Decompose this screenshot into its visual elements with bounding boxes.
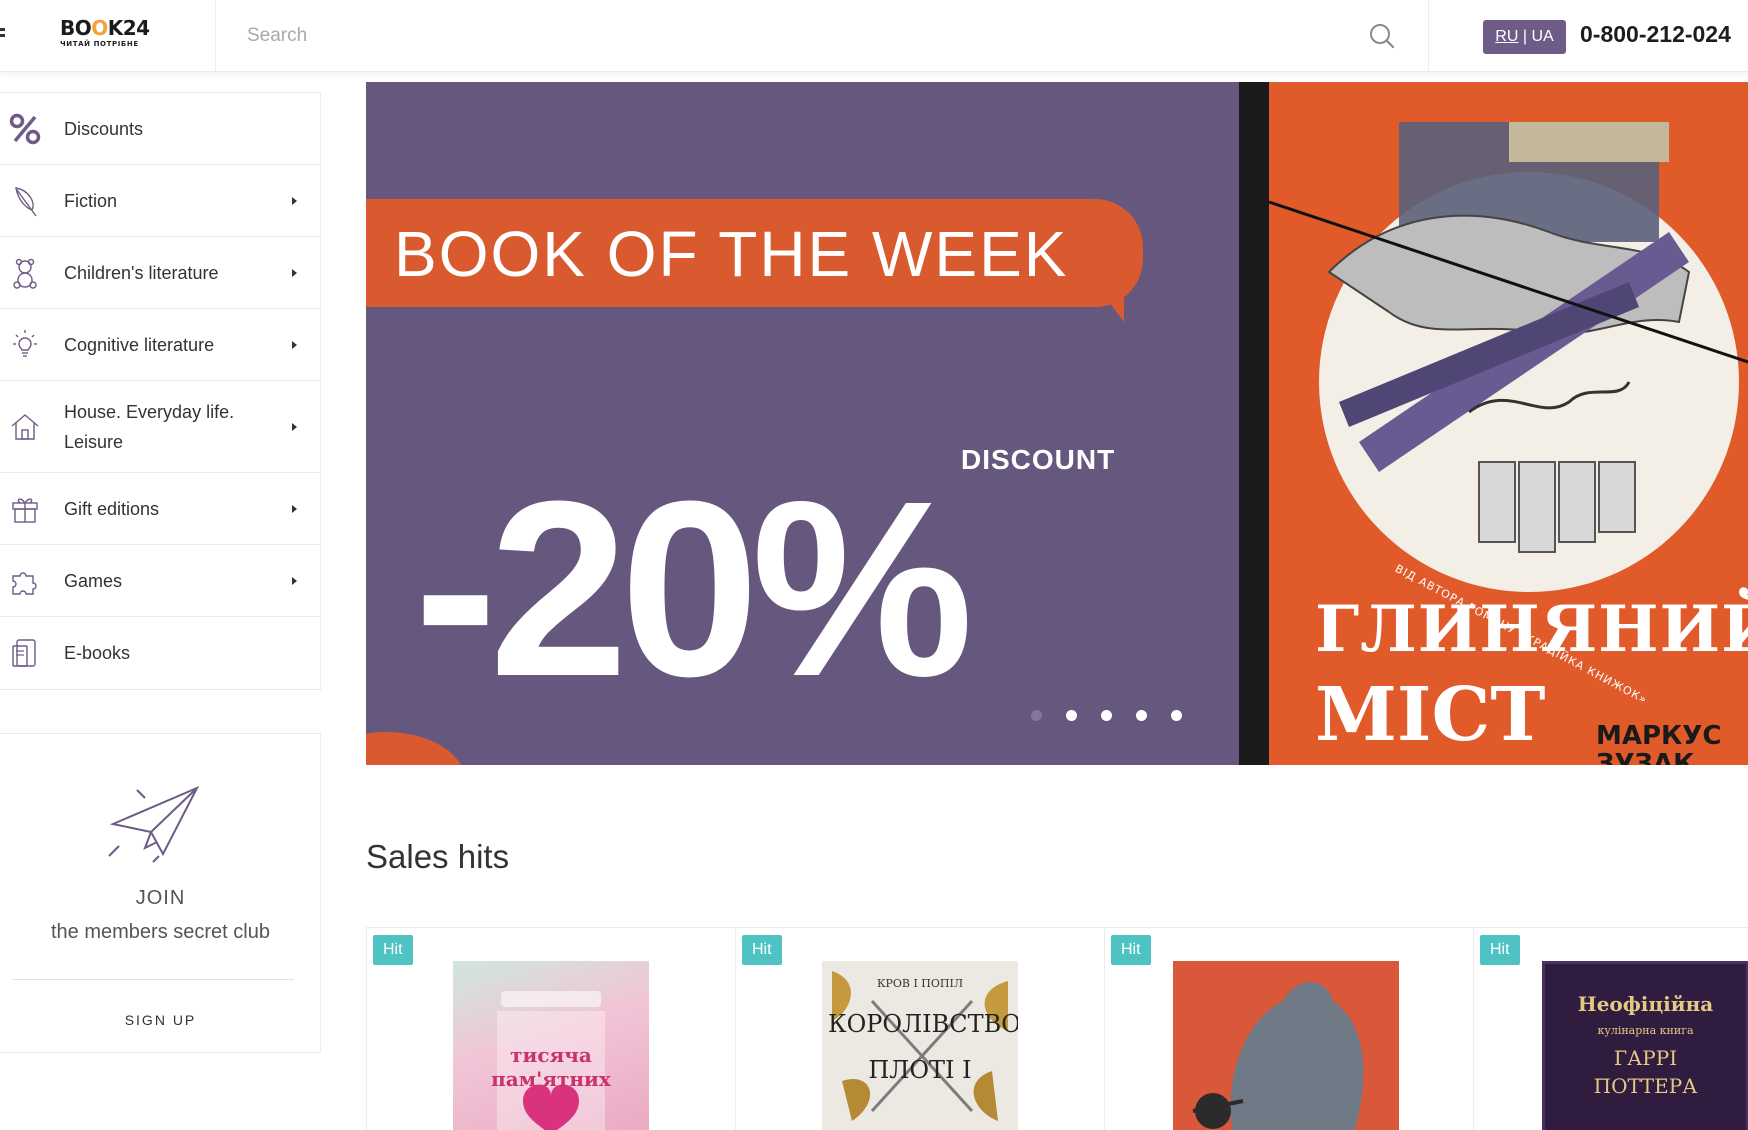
hit-badge: Hit xyxy=(373,935,413,965)
site-header: BOOK24 ЧИТАЙ ПОТРІБНЕ RU | UA 0-800-212-… xyxy=(0,0,1748,72)
chevron-right-icon xyxy=(292,340,297,349)
lang-separator: | xyxy=(1518,28,1532,45)
discount-label: DISCOUNT xyxy=(961,444,1116,475)
header-divider xyxy=(215,0,216,72)
carousel-dot[interactable] xyxy=(1136,710,1147,721)
book-cover-title: тисяча пам'ятних xyxy=(491,1043,611,1091)
logo-text: BO xyxy=(60,16,92,40)
book-cover[interactable]: тисяча пам'ятних xyxy=(453,961,649,1130)
sidebar-item-fiction[interactable]: Fiction xyxy=(0,165,320,237)
paper-plane-icon xyxy=(105,784,205,864)
house-icon xyxy=(8,410,42,444)
book-cover[interactable] xyxy=(1173,961,1399,1130)
product-card[interactable]: Hit КРОВ І ПОПІЛ КОРОЛІВСТВО ПЛОТІ І xyxy=(735,928,1104,1130)
search-icon[interactable] xyxy=(1366,20,1398,52)
carousel-dot[interactable] xyxy=(1031,710,1042,721)
logo-text-accent: O xyxy=(91,16,108,40)
language-switcher[interactable]: RU | UA xyxy=(1483,20,1566,54)
site-logo[interactable]: BOOK24 ЧИТАЙ ПОТРІБНЕ xyxy=(60,18,190,54)
members-club-card: JOIN the members secret club SIGN UP xyxy=(0,733,321,1053)
puzzle-icon xyxy=(8,564,42,598)
sidebar-item-label: Gift editions xyxy=(64,498,160,519)
club-description: the members secret club xyxy=(51,921,270,943)
product-card[interactable]: Hit Неофіційна кулінарна книга ГАРРІ ПОТ… xyxy=(1473,928,1748,1130)
sign-up-button[interactable]: SIGN UP xyxy=(0,1012,321,1028)
book-cover[interactable]: Неофіційна кулінарна книга ГАРРІ ПОТТЕРА xyxy=(1542,961,1748,1130)
chevron-right-icon xyxy=(292,196,297,205)
hit-badge: Hit xyxy=(1111,935,1151,965)
sidebar-item-childrens-literature[interactable]: Children's literature xyxy=(0,237,320,309)
chevron-right-icon xyxy=(292,576,297,585)
club-join-text: JOIN xyxy=(135,887,186,909)
cover-title-line1: ГЛИНЯНИЙ xyxy=(1315,592,1748,667)
lang-ru-link[interactable]: RU xyxy=(1495,28,1518,45)
sidebar-item-ebooks[interactable]: E-books xyxy=(0,617,320,689)
book-cover[interactable]: КРОВ І ПОПІЛ КОРОЛІВСТВО ПЛОТІ І xyxy=(822,961,1018,1130)
book-spine xyxy=(1239,82,1269,765)
search-input[interactable] xyxy=(247,22,1397,50)
cover-title-line2: МІСТ xyxy=(1315,672,1546,758)
speech-bubble-tail xyxy=(1094,282,1124,322)
featured-book-cover[interactable]: ВІД АВТОРА РОМАНУ «КРАДІЙКА КНИЖОК» ГЛИН… xyxy=(1269,82,1748,765)
category-menu: Discounts Fiction Children's literature … xyxy=(0,92,321,690)
sidebar-item-label: Fiction xyxy=(64,190,118,211)
promo-banner[interactable]: BOOK OF THE WEEK DISCOUNT -20% ВІД АВТОР… xyxy=(366,82,1748,765)
logo-text-end: K24 xyxy=(107,16,150,40)
hit-badge: Hit xyxy=(1480,935,1520,965)
silhouette-illustration xyxy=(1192,982,1364,1130)
cover-author: МАРКУС ЗУЗАК xyxy=(1596,721,1722,765)
carousel-dot[interactable] xyxy=(1171,710,1182,721)
decorative-shape xyxy=(366,732,466,765)
menu-icon[interactable] xyxy=(0,28,8,40)
book-cover-title: ГАРРІ ПОТТЕРА xyxy=(1593,1046,1698,1098)
sidebar-item-games[interactable]: Games xyxy=(0,545,320,617)
sidebar-item-label: Children's literature xyxy=(64,262,219,283)
banner-heading: BOOK OF THE WEEK xyxy=(394,218,1069,290)
product-card[interactable]: Hit тисяча пам'ятних xyxy=(366,928,735,1130)
chevron-right-icon xyxy=(292,422,297,431)
teddy-bear-icon xyxy=(8,256,42,290)
carousel-dot[interactable] xyxy=(1066,710,1077,721)
percent-icon xyxy=(8,112,42,146)
lang-ua-link[interactable]: UA xyxy=(1531,28,1553,45)
sidebar-item-label: E-books xyxy=(64,643,131,663)
sidebar-item-label: House. Everyday life. Leisure xyxy=(64,401,235,452)
chevron-right-icon xyxy=(292,268,297,277)
book-cover-series: КРОВ І ПОПІЛ xyxy=(876,977,964,990)
discount-value: -20% xyxy=(414,449,974,728)
sidebar-item-label: Discounts xyxy=(64,118,144,139)
sidebar-item-gift-editions[interactable]: Gift editions xyxy=(0,473,320,545)
sidebar-item-discounts[interactable]: Discounts xyxy=(0,93,320,165)
sidebar-item-label: Games xyxy=(64,570,123,591)
phone-number[interactable]: 0-800-212-024 xyxy=(1580,21,1731,48)
product-carousel: Hit тисяча пам'ятних Hit КРОВ І ПОПІЛ КО… xyxy=(366,927,1748,1130)
book-cover-series: Неофіційна xyxy=(1577,992,1714,1016)
hit-badge: Hit xyxy=(742,935,782,965)
carousel-dot[interactable] xyxy=(1101,710,1112,721)
section-title: Sales hits xyxy=(366,838,510,875)
book-cover-subtitle: кулінарна книга xyxy=(1597,1024,1694,1037)
chevron-right-icon xyxy=(292,504,297,513)
gift-icon xyxy=(8,492,42,526)
sidebar-item-house[interactable]: House. Everyday life. Leisure xyxy=(0,381,320,473)
header-divider xyxy=(1428,0,1429,72)
ebook-icon xyxy=(8,636,42,670)
lightbulb-icon xyxy=(8,328,42,362)
sidebar-item-label: Cognitive literature xyxy=(64,334,215,355)
sidebar-item-cognitive-literature[interactable]: Cognitive literature xyxy=(0,309,320,381)
book-cover-title: КОРОЛІВСТВО ПЛОТІ І xyxy=(828,1010,1018,1084)
feather-icon xyxy=(8,184,42,218)
club-divider xyxy=(12,979,294,980)
logo-tagline: ЧИТАЙ ПОТРІБНЕ xyxy=(60,40,139,48)
carousel-dots xyxy=(1031,710,1182,721)
product-card[interactable]: Hit xyxy=(1104,928,1473,1130)
